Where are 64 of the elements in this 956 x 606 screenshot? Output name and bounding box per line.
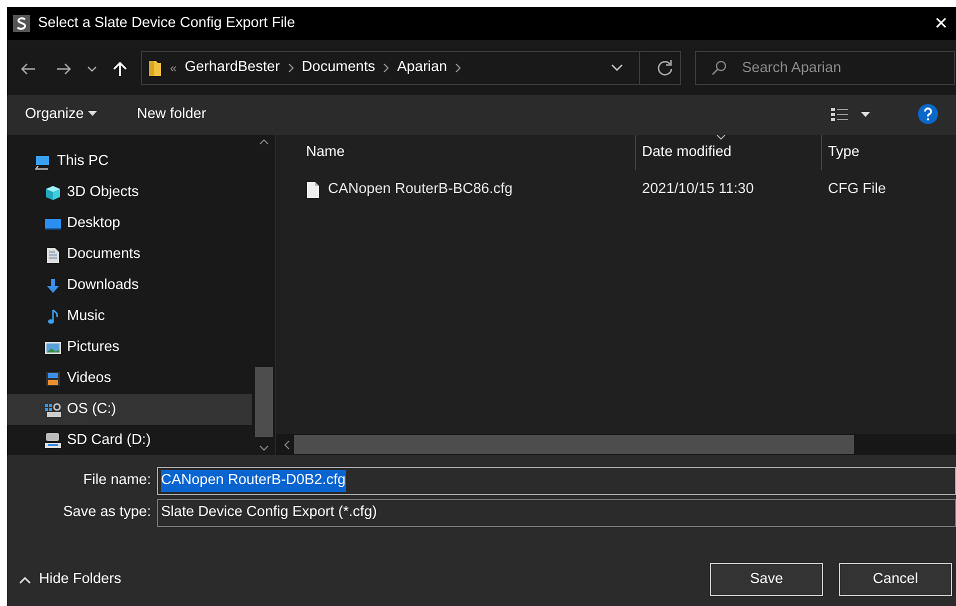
sidebar-item[interactable]: Videos [7, 363, 252, 394]
back-icon [19, 60, 37, 77]
overflow-chevron[interactable]: « [170, 58, 177, 76]
help-icon [918, 104, 938, 124]
table-cell-text: CFG File [828, 180, 886, 200]
column-header[interactable]: Type [822, 135, 956, 170]
cube-icon [45, 184, 61, 200]
breadcrumb-item[interactable]: GerhardBester [184, 56, 280, 78]
column-header[interactable]: Name [300, 135, 636, 170]
sidebar-item[interactable]: Desktop [7, 208, 252, 239]
sidebar-item[interactable]: Downloads [7, 270, 252, 301]
chevron-right-icon [455, 62, 462, 72]
scroll-up-icon[interactable] [258, 139, 268, 145]
folder-icon [148, 58, 162, 76]
toolbar-button[interactable]: New folder [130, 104, 212, 126]
chevron-down-icon [87, 64, 97, 73]
dialog-button[interactable]: Save [710, 563, 823, 596]
file-icon [306, 181, 320, 199]
scrollbar-thumb[interactable] [294, 435, 854, 454]
breadcrumb-item[interactable]: Documents [302, 56, 376, 78]
forward-icon [55, 60, 73, 77]
dropdown-icon[interactable] [611, 64, 623, 72]
sd-card-icon [45, 432, 61, 448]
scroll-left-icon[interactable] [284, 440, 290, 450]
toolbar-button[interactable]: Organize [19, 104, 103, 126]
music-note-icon [45, 308, 61, 324]
sidebar-item[interactable]: OS (C:) [7, 394, 252, 425]
scroll-down-icon[interactable] [258, 445, 268, 451]
picture-icon [45, 340, 61, 356]
drive-icon [45, 402, 61, 418]
chevron-right-icon [288, 62, 294, 72]
search-icon [711, 60, 727, 76]
sidebar-item[interactable]: SD Card (D:) [7, 425, 252, 456]
column-header[interactable]: Date modified [636, 135, 822, 170]
caret-icon [861, 112, 870, 118]
close-button[interactable]: ✕ [932, 10, 950, 36]
computer-icon [35, 154, 51, 170]
app-logo-icon [13, 15, 30, 32]
address-bar[interactable]: « GerhardBester Documents Aparian [141, 50, 681, 84]
save-type-dropdown[interactable]: Slate Device Config Export (*.cfg) [157, 499, 956, 527]
refresh-icon[interactable] [656, 58, 674, 76]
sidebar-item[interactable]: Music [7, 301, 252, 332]
breadcrumb-item[interactable]: Aparian [397, 56, 448, 78]
download-icon [45, 278, 61, 294]
sidebar-item[interactable]: This PC [7, 146, 252, 177]
up-icon [111, 60, 129, 77]
search-field[interactable]: Search Aparian [695, 50, 955, 84]
document-icon [45, 246, 61, 262]
hide-folders-button[interactable]: Hide Folders [13, 568, 128, 590]
sidebar-item[interactable]: Pictures [7, 332, 252, 363]
sidebar-item[interactable]: Documents [7, 239, 252, 270]
sidebar-item[interactable]: 3D Objects [7, 177, 252, 208]
details-view-icon [831, 108, 849, 122]
table-cell-text: 2021/10/15 11:30 [642, 180, 754, 200]
window-title: Select a Slate Device Config Export File [38, 14, 296, 33]
field-label: File name: [82, 471, 152, 490]
field-label: Save as type: [62, 503, 152, 522]
dialog-button[interactable]: Cancel [839, 563, 952, 596]
chevron-right-icon [383, 62, 390, 72]
file-name-field[interactable]: CANopen RouterB-D0B2.cfg [157, 467, 956, 495]
chevron-up-icon [19, 576, 31, 584]
film-icon [45, 370, 61, 386]
table-cell-text: CANopen RouterB-BC86.cfg [328, 180, 513, 200]
scrollbar-thumb[interactable] [254, 367, 272, 437]
